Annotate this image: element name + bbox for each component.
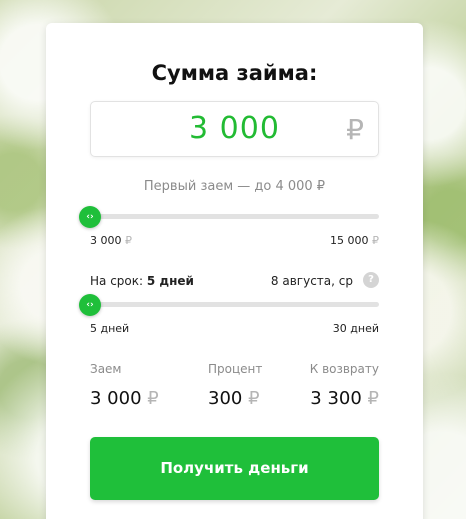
- amount-slider[interactable]: ‹›: [79, 206, 379, 228]
- ruble-icon: ₽: [372, 234, 379, 247]
- summary-repay: К возврату 3 300 ₽: [310, 362, 379, 409]
- ruble-icon: ₽: [367, 388, 379, 409]
- term-min-label: 5 дней: [90, 322, 130, 335]
- summary-repay-value: 3 300 ₽: [310, 388, 379, 409]
- ruble-icon: ₽: [346, 113, 364, 146]
- summary-interest: Процент 300 ₽: [208, 362, 262, 409]
- loan-summary: Заем 3 000 ₽ Процент 300 ₽ К возврату 3 …: [90, 362, 379, 412]
- first-loan-note: Первый заем — до 4 000 ₽: [143, 179, 326, 194]
- term-label: На срок: 5 дней: [90, 274, 194, 288]
- page-title: Сумма займа:: [151, 61, 318, 85]
- amount-min-label: 3 000 ₽: [90, 234, 132, 247]
- help-icon[interactable]: ?: [363, 272, 379, 288]
- summary-loan: Заем 3 000 ₽: [90, 362, 159, 409]
- summary-repay-label: К возврату: [309, 362, 379, 376]
- amount-value[interactable]: 3 000: [91, 111, 378, 146]
- ruble-icon: ₽: [248, 388, 260, 409]
- loan-calculator-card: Сумма займа: 3 000 ₽ Первый заем — до 4 …: [46, 23, 423, 519]
- term-slider-handle[interactable]: ‹›: [79, 294, 101, 316]
- summary-interest-value: 300 ₽: [208, 388, 260, 409]
- amount-slider-track[interactable]: [90, 214, 379, 219]
- term-date: 8 августа, ср: [270, 274, 353, 288]
- get-money-button[interactable]: Получить деньги: [90, 437, 379, 500]
- summary-loan-value: 3 000 ₽: [90, 388, 159, 409]
- term-slider[interactable]: ‹›: [79, 294, 379, 316]
- amount-max-label: 15 000 ₽: [330, 234, 379, 247]
- term-max-label: 30 дней: [332, 322, 379, 335]
- term-slider-track[interactable]: [90, 302, 379, 307]
- summary-interest-label: Процент: [208, 362, 263, 376]
- ruble-icon: ₽: [125, 234, 132, 247]
- summary-loan-label: Заем: [90, 362, 122, 376]
- amount-slider-handle[interactable]: ‹›: [79, 206, 101, 228]
- amount-input[interactable]: 3 000 ₽: [90, 101, 379, 157]
- ruble-icon: ₽: [147, 388, 159, 409]
- term-value: 5 дней: [146, 274, 194, 288]
